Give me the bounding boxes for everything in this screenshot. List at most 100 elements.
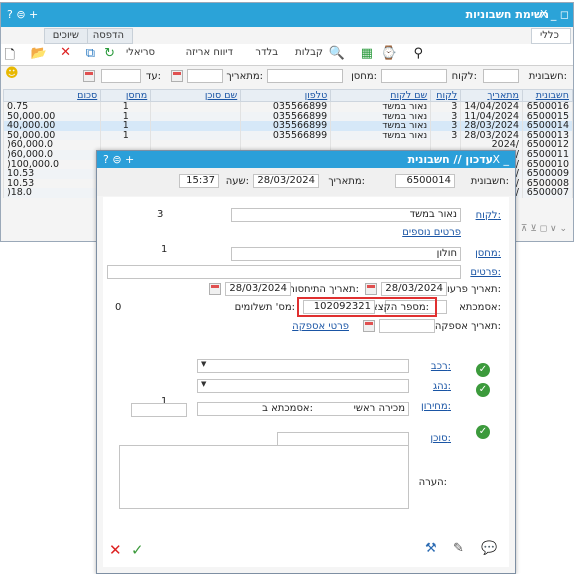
table-row[interactable]: 6500012/2024 60,000.0( — [2, 140, 573, 150]
log-icon[interactable]: ⌚ — [381, 46, 397, 61]
tab-general[interactable]: כללי — [531, 28, 571, 44]
table-row[interactable]: 6500013 28/03/2024 3 נאור במשד 035566899 1 50,… — [2, 130, 573, 141]
table-cell: 60,000.0( — [2, 140, 102, 150]
filter-customer-input[interactable] — [381, 69, 447, 83]
receipts-button[interactable]: קבלות — [295, 47, 323, 58]
agent-ok-icon[interactable]: ✓ — [476, 425, 490, 439]
filter-to-date-input[interactable] — [101, 69, 141, 83]
tools-icon[interactable]: ⚒ — [425, 541, 437, 556]
table-cell: 1 — [100, 101, 152, 112]
signature-icon[interactable]: ✎ — [453, 541, 464, 556]
driver-dropdown[interactable] — [197, 379, 409, 393]
table-cell: 10.53 — [2, 178, 102, 189]
details-field[interactable] — [107, 265, 461, 279]
tab-bar: הדפסה שיוכים כללי — [1, 28, 573, 44]
table-cell: 3 — [430, 121, 462, 131]
table-cell: 3 — [430, 130, 462, 141]
col-phone[interactable]: טלפון — [240, 89, 332, 102]
smiley-icon[interactable]: ☻ — [5, 66, 19, 81]
vehicle-dropdown[interactable] — [197, 359, 409, 373]
due-date-calendar-icon[interactable] — [365, 283, 377, 295]
vehicle-ok-icon[interactable]: ✓ — [476, 363, 490, 377]
col-customer[interactable]: לקוח — [430, 89, 462, 102]
open-icon[interactable]: 📂 — [31, 46, 47, 61]
customer-link[interactable]: לקוח: — [476, 210, 501, 221]
filter-invoice-label: חשבונית: — [528, 71, 567, 82]
filter-to-date-label: עד: — [145, 71, 161, 82]
supply-date-field[interactable] — [379, 319, 435, 333]
dialog-from-date-field[interactable]: 28/03/2024 — [253, 174, 319, 188]
agent-link[interactable]: סוכן: — [430, 433, 451, 444]
filter-invoice-input[interactable] — [483, 69, 519, 83]
search-icon[interactable]: 🔍 — [329, 46, 345, 61]
table-cell: 11/04/2024 — [460, 111, 523, 122]
driver-link[interactable]: נהג: — [433, 381, 451, 392]
allocation-field[interactable]: 102092321 — [303, 300, 375, 314]
confirm-check-icon[interactable]: ✓ — [131, 541, 144, 559]
binoculars-icon[interactable]: ⚲ — [413, 46, 423, 61]
warehouse-name-field[interactable]: חולון — [231, 247, 461, 261]
details-link[interactable]: פרטים: — [470, 267, 501, 278]
supply-details-link[interactable]: פרטי אספקה — [292, 321, 349, 332]
table-cell — [150, 130, 242, 141]
excel-icon[interactable]: ▦ — [361, 46, 373, 61]
delivery-report-button[interactable]: דיווח אריזה — [186, 47, 233, 58]
table-cell: 6500008 — [522, 178, 573, 189]
window-left-controls[interactable]: ? ⊜ + — [7, 8, 38, 21]
new-document-icon[interactable]: 🗋 — [5, 46, 15, 68]
attribution-date-field[interactable]: 28/03/2024 — [225, 282, 291, 296]
driver-ok-icon[interactable]: ✓ — [476, 383, 490, 397]
col-date[interactable]: מתאריך — [460, 89, 523, 102]
col-agent-name[interactable]: שם סוכן — [150, 89, 242, 102]
filter-to-calendar-icon[interactable] — [83, 70, 95, 82]
filter-from-calendar-icon[interactable] — [171, 70, 183, 82]
table-row[interactable]: 6500014 28/03/2024 3 נאור במשד 035566899 1 40,… — [2, 121, 573, 131]
note-label: הערה: — [418, 477, 447, 488]
tab-assignments[interactable]: שיוכים — [43, 28, 88, 44]
grid-nav-icons[interactable]: ⊼ ⊻ ◻ ∨ ⌄ — [521, 224, 567, 234]
tab-print[interactable]: הדפסה — [83, 28, 133, 44]
table-cell — [100, 140, 152, 150]
customer-name-field[interactable]: נאור במשד — [231, 208, 461, 222]
table-row[interactable]: 6500015 11/04/2024 3 נאור במשד 035566899 1 50,… — [2, 111, 573, 122]
due-date-field[interactable]: 28/03/2024 — [381, 282, 447, 296]
pricelist-link[interactable]: מחירון: — [421, 401, 451, 412]
agent-field[interactable] — [277, 432, 409, 446]
table-cell: 6500011 — [522, 149, 573, 160]
copy-icon[interactable]: ⧉ — [86, 46, 95, 61]
note-field[interactable] — [119, 445, 409, 509]
filter-from-date-input[interactable] — [187, 69, 223, 83]
cancel-x-icon[interactable]: ✕ — [109, 541, 122, 559]
dialog-left-controls[interactable]: ? ⊜ + — [103, 153, 134, 166]
table-header-row: חשבונית מתאריך לקוח שם לקוח טלפון שם סוכ… — [2, 89, 573, 102]
chat-icon[interactable]: 💬 — [481, 541, 497, 556]
filter-button[interactable]: בלדר — [255, 47, 278, 58]
table-cell: 1 — [100, 130, 152, 141]
dialog-invoice-label: חשבונית: — [470, 176, 509, 187]
col-invoice[interactable]: חשבונית — [522, 89, 573, 102]
dialog-invoice-field[interactable]: 6500014 — [395, 174, 455, 188]
dialog-time-field[interactable]: 15:37 — [179, 174, 219, 188]
delete-icon[interactable]: ✕ — [60, 45, 71, 60]
filter-warehouse-label: מחסן: — [351, 71, 377, 82]
col-customer-name[interactable]: שם לקוח — [330, 89, 432, 102]
vehicle-link[interactable]: רכב: — [431, 361, 451, 372]
serial-button[interactable]: סריאלי — [126, 47, 155, 58]
refresh-icon[interactable]: ↻ — [104, 46, 115, 61]
table-cell: נאור במשד — [330, 111, 432, 122]
col-amount[interactable]: סכום — [2, 89, 102, 102]
payments-value[interactable]: 0 — [115, 302, 121, 313]
table-row[interactable]: 6500016 14/04/2024 3 נאור במשד 035566899 1 0.7… — [2, 101, 573, 112]
attribution-date-calendar-icon[interactable] — [209, 283, 221, 295]
filter-warehouse-input[interactable] — [267, 69, 343, 83]
col-warehouse[interactable]: מחסן — [100, 89, 152, 102]
warehouse-link[interactable]: מחסן: — [475, 248, 501, 259]
agent-ref-field[interactable] — [131, 403, 187, 417]
dialog-time-label: שעה: — [225, 176, 249, 187]
table-cell: נאור במשד — [330, 121, 432, 131]
supply-date-calendar-icon[interactable] — [363, 320, 375, 332]
window-controls[interactable]: X _ ◻ — [540, 8, 569, 21]
filter-customer-label: לקוח: — [451, 71, 477, 82]
dialog-close-button[interactable]: X _ — [492, 153, 509, 166]
more-details-link[interactable]: פרטים נוספים — [402, 227, 461, 238]
